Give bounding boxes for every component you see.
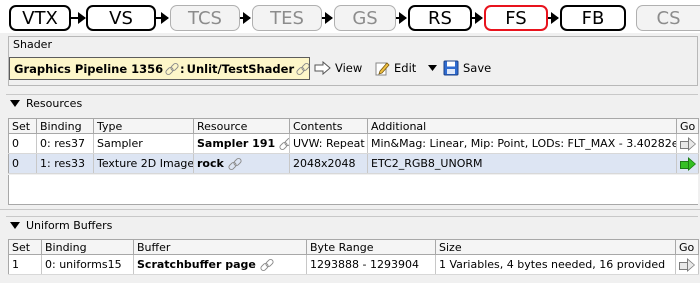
stage-fb-button[interactable]: FB — [560, 5, 626, 31]
uniform-buffers-table: Set Binding Buffer Byte Range Size Go 1 … — [8, 239, 699, 275]
go-arrow-icon[interactable] — [679, 258, 695, 272]
table-header-row: Set Binding Buffer Byte Range Size Go — [8, 239, 699, 255]
stage-fs-button[interactable]: FS — [484, 5, 548, 31]
resources-table: Set Binding Type Resource Contents Addit… — [8, 118, 699, 174]
resources-header[interactable]: Resources — [6, 94, 698, 111]
column-header[interactable]: Set — [8, 239, 42, 255]
buffer-name: Scratchbuffer page — [137, 257, 256, 271]
column-header[interactable]: Go — [675, 239, 699, 255]
column-header[interactable]: Set — [8, 118, 37, 134]
shader-name-box[interactable]: Graphics Pipeline 1356 : Unlit/TestShade… — [9, 57, 310, 80]
column-header[interactable]: Go — [676, 118, 699, 134]
stage-cs-button[interactable]: CS — [636, 5, 700, 31]
stage-vs-button[interactable]: VS — [86, 5, 156, 31]
dropdown-arrow-icon — [428, 65, 437, 71]
link-icon — [296, 62, 309, 75]
link-icon[interactable] — [228, 157, 241, 170]
cell-go — [676, 133, 699, 154]
cell-go — [676, 153, 699, 174]
column-header[interactable]: Additional — [367, 118, 677, 134]
pipeline-name: Graphics Pipeline 1356 — [14, 61, 164, 76]
cell-set: 0 — [8, 153, 37, 174]
column-header[interactable]: Type — [93, 118, 194, 134]
cell-size: 1 Variables, 4 bytes needed, 16 provided — [435, 254, 676, 275]
stage-gs-button[interactable]: GS — [334, 5, 396, 31]
stage-tcs-button[interactable]: TCS — [170, 5, 240, 31]
go-arrow-icon[interactable] — [680, 157, 696, 171]
column-header[interactable]: Binding — [41, 239, 134, 255]
stage-vtx-button[interactable]: VTX — [9, 5, 71, 31]
cell-additional: ETC2_RGB8_UNORM — [367, 153, 677, 174]
cell-set: 1 — [8, 254, 42, 275]
pipeline-bar: VTX VS TCS TES GS RS FS FB CS — [0, 0, 700, 33]
column-header[interactable]: Contents — [289, 118, 368, 134]
edit-button[interactable]: Edit — [374, 58, 416, 78]
shader-name: Unlit/TestShader — [186, 61, 295, 76]
pipeline-arrow — [240, 12, 251, 24]
column-header[interactable]: Binding — [36, 118, 94, 134]
link-icon[interactable] — [279, 137, 289, 150]
cell-byte-range: 1293888 - 1293904 — [306, 254, 436, 275]
pipeline-arrow — [396, 12, 407, 24]
pipeline-arrow — [156, 12, 169, 24]
column-header[interactable]: Size — [435, 239, 676, 255]
uniform-buffers-title: Uniform Buffers — [26, 218, 113, 232]
arrow-right-icon — [314, 61, 331, 75]
cell-contents: UVW: Repeat — [289, 133, 368, 154]
edit-icon — [375, 62, 390, 76]
splitter[interactable] — [0, 209, 700, 210]
save-button[interactable]: Save — [443, 58, 491, 78]
pipeline-arrow — [548, 12, 559, 24]
cell-go — [675, 254, 699, 275]
link-icon — [165, 62, 178, 75]
cell-contents: 2048x2048 — [289, 153, 368, 174]
column-header[interactable]: Byte Range — [306, 239, 436, 255]
cell-resource: Sampler 191 — [193, 133, 290, 154]
collapse-triangle-icon — [10, 99, 20, 107]
column-header[interactable]: Buffer — [133, 239, 307, 255]
edit-label: Edit — [394, 61, 417, 75]
name-separator: : — [180, 61, 185, 76]
cell-resource: rock — [193, 153, 290, 174]
view-label: View — [335, 61, 363, 75]
edit-dropdown-button[interactable] — [428, 58, 437, 78]
pipeline-arrow — [472, 12, 483, 24]
view-button[interactable]: View — [314, 58, 362, 78]
save-label: Save — [463, 61, 492, 75]
cell-buffer: Scratchbuffer page — [133, 254, 307, 275]
resource-name: Sampler 191 — [197, 136, 276, 150]
cell-binding: 1: res33 — [36, 153, 94, 174]
shader-group-title: Shader — [13, 38, 52, 51]
table-row[interactable]: 0 1: res33 Texture 2D Image rock 2048x20… — [8, 153, 699, 174]
go-arrow-icon[interactable] — [680, 137, 696, 151]
table-row[interactable]: 1 0: uniforms15 Scratchbuffer page 12938… — [8, 254, 699, 275]
cell-additional: Min&Mag: Linear, Mip: Point, LODs: FLT_M… — [367, 133, 677, 154]
table-row[interactable]: 0 0: res37 Sampler Sampler 191 UVW: Repe… — [8, 133, 699, 154]
save-icon — [443, 60, 459, 76]
link-icon[interactable] — [260, 258, 273, 271]
cell-binding: 0: res37 — [36, 133, 94, 154]
uniform-buffers-header[interactable]: Uniform Buffers — [6, 216, 698, 233]
resource-name: rock — [197, 156, 224, 170]
pipeline-arrow — [71, 12, 86, 24]
table-header-row: Set Binding Type Resource Contents Addit… — [8, 118, 699, 134]
cell-set: 0 — [8, 133, 37, 154]
cell-type: Sampler — [93, 133, 194, 154]
cell-type: Texture 2D Image — [93, 153, 194, 174]
stage-rs-button[interactable]: RS — [408, 5, 472, 31]
pipeline-arrow — [322, 12, 333, 24]
collapse-triangle-icon — [10, 221, 20, 229]
column-header[interactable]: Resource — [193, 118, 290, 134]
resources-table-empty-area — [8, 175, 698, 205]
cell-binding: 0: uniforms15 — [41, 254, 134, 275]
resources-title: Resources — [26, 96, 83, 110]
stage-tes-button[interactable]: TES — [252, 5, 322, 31]
